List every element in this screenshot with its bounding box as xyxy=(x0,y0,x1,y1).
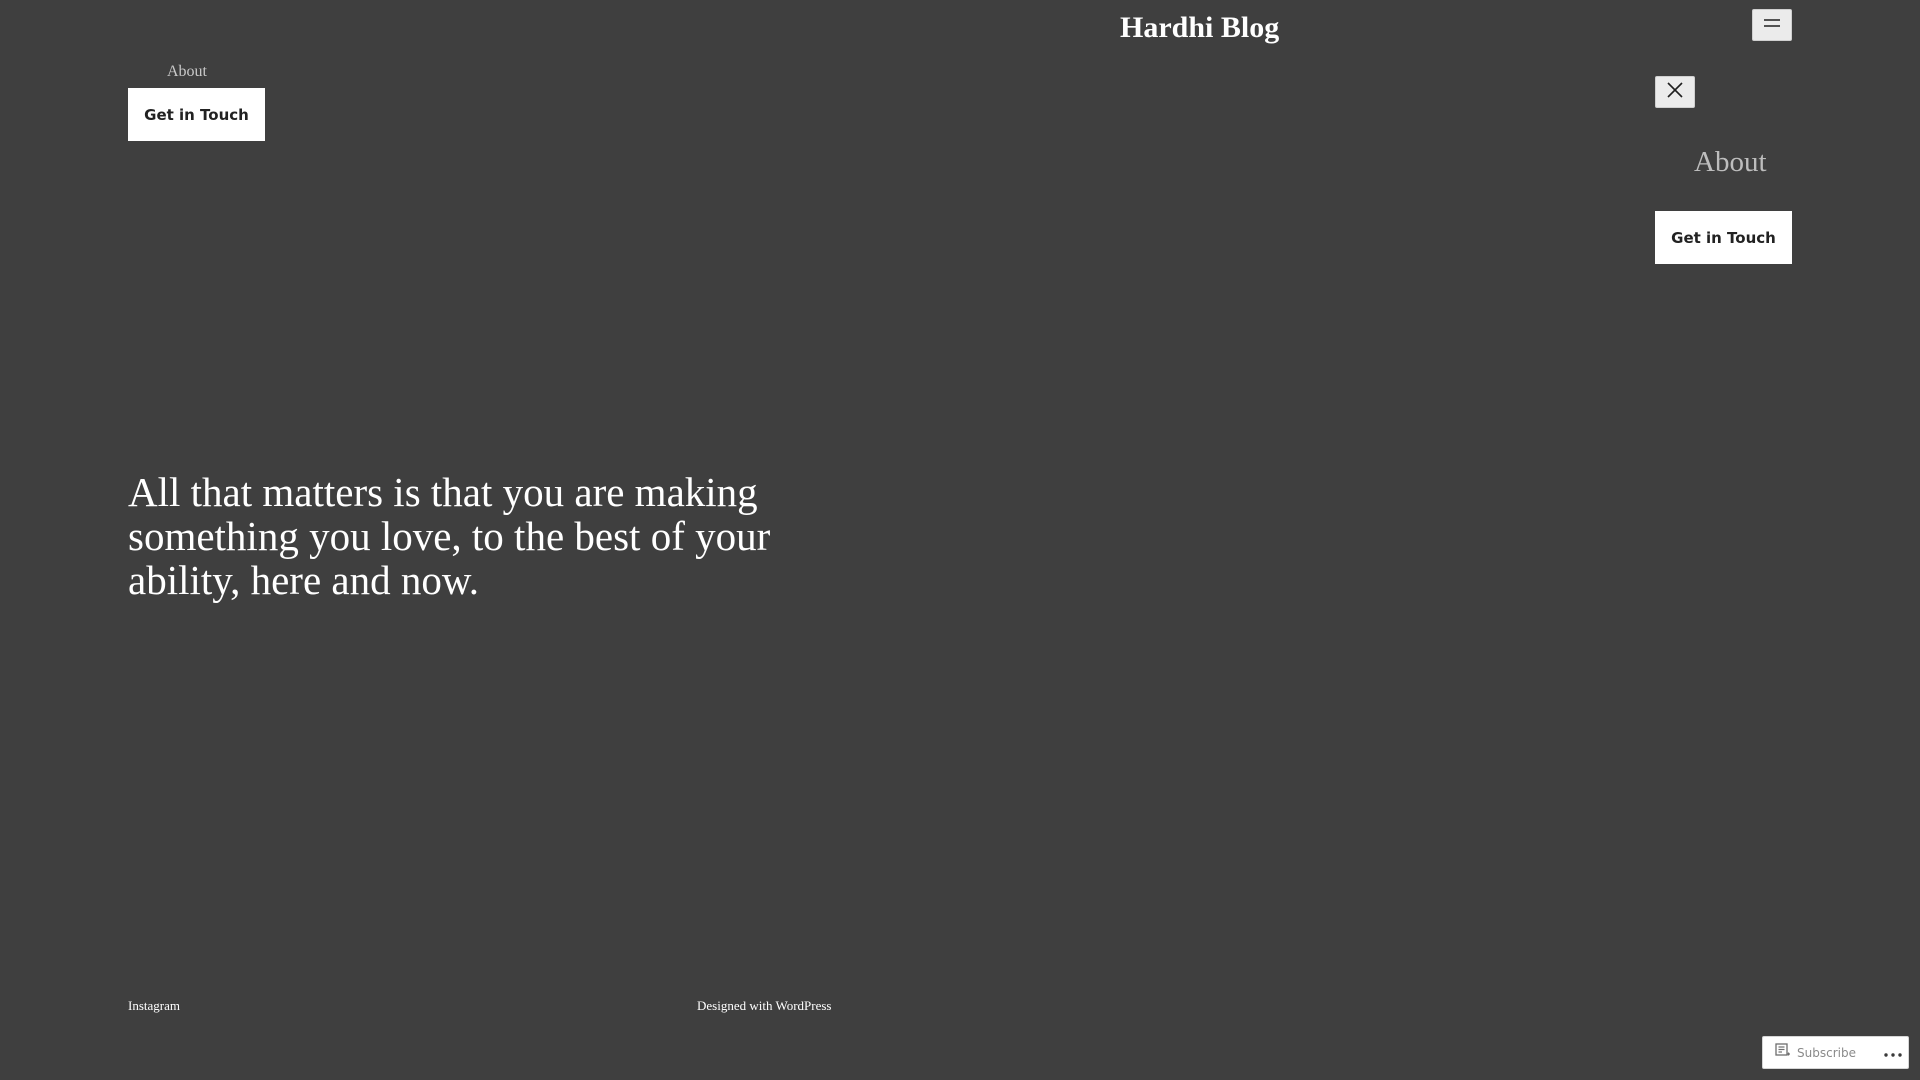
subscribe-label: Subscribe xyxy=(1797,1045,1856,1060)
nav-item-about[interactable]: About xyxy=(167,62,207,82)
menu-panel-get-in-touch-button[interactable]: Get in Touch xyxy=(1655,211,1792,264)
footer-credit: Designed with WordPress xyxy=(697,997,832,1015)
get-in-touch-button[interactable]: Get in Touch xyxy=(128,88,265,141)
more-options-button[interactable] xyxy=(1878,1037,1908,1068)
menu-open-button[interactable] xyxy=(1752,9,1792,41)
menu-close-button[interactable] xyxy=(1655,76,1695,108)
hamburger-icon xyxy=(1762,16,1782,34)
close-icon xyxy=(1666,81,1684,104)
footer-instagram-link[interactable]: Instagram xyxy=(128,997,180,1015)
subscribe-button[interactable]: Subscribe xyxy=(1763,1037,1856,1068)
menu-panel-item-about[interactable]: About xyxy=(1694,142,1767,182)
wordpress-link[interactable]: WordPress xyxy=(775,998,831,1013)
more-icon xyxy=(1884,1044,1902,1062)
hero-quote: All that matters is that you are making … xyxy=(128,469,771,603)
footer-credit-prefix: Designed with xyxy=(697,998,776,1013)
subscribe-bar: Subscribe xyxy=(1762,1036,1909,1069)
reader-icon xyxy=(1775,1042,1791,1063)
site-title[interactable]: Hardhi Blog xyxy=(1120,6,1279,50)
